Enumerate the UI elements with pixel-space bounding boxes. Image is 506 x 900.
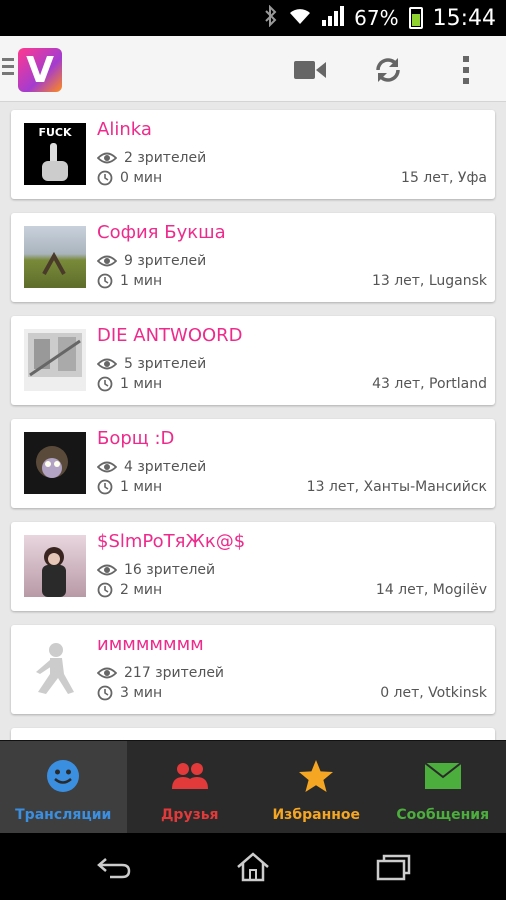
viewers-count: 9 зрителей <box>124 253 207 269</box>
clock-icon <box>97 582 113 598</box>
stream-thumbnail <box>24 226 86 288</box>
viewers-row: 16 зрителей <box>97 562 215 578</box>
eye-icon <box>97 152 117 164</box>
tab-label: Сообщения <box>396 807 490 823</box>
clock-icon <box>97 376 113 392</box>
user-age-location: 13 лет, Lugansk <box>371 273 487 289</box>
stream-thumbnail <box>24 432 86 494</box>
tab-label: Друзья <box>160 807 219 823</box>
stream-thumbnail <box>24 329 86 391</box>
tab-broadcasts[interactable]: Трансляции <box>0 741 127 834</box>
stream-card[interactable]: DIE ANTWOORD 5 зрителей 1 мин 43 лет, Po… <box>11 316 495 405</box>
stream-name[interactable]: Борщ :D <box>97 428 174 449</box>
menu-icon[interactable] <box>2 58 14 79</box>
clock-icon <box>97 685 113 701</box>
eye-icon <box>97 564 117 576</box>
wifi-icon <box>288 6 312 31</box>
user-age-location: 15 лет, Уфа <box>401 170 487 186</box>
stream-card[interactable]: София Букша 9 зрителей 1 мин 13 лет, Lug… <box>11 213 495 302</box>
eye-icon <box>97 667 117 679</box>
stream-duration: 1 мин <box>120 376 163 392</box>
clock-icon <box>97 273 113 289</box>
smiley-icon <box>46 759 80 793</box>
tab-favorites[interactable]: Избранное <box>253 741 380 834</box>
viewers-row: 4 зрителей <box>97 459 206 475</box>
thumbnail-caption: FUCK <box>38 126 72 139</box>
clock-icon <box>97 479 113 495</box>
stream-card[interactable]: Борщ :D 4 зрителей 1 мин 13 лет, Ханты-М… <box>11 419 495 508</box>
duration-row: 1 мин <box>97 376 162 392</box>
eye-icon <box>97 358 117 370</box>
recent-apps-icon[interactable] <box>374 851 414 883</box>
duration-row: 1 мин <box>97 479 162 495</box>
stream-name[interactable]: $SlmPoTяЖк@$ <box>97 531 245 552</box>
stream-name[interactable]: иммммммм <box>97 634 204 655</box>
stream-name[interactable]: DIE ANTWOORD <box>97 325 243 346</box>
stream-thumbnail <box>24 535 86 597</box>
avatar-placeholder <box>24 638 86 700</box>
stream-duration: 1 мин <box>120 479 163 495</box>
eye-icon <box>97 255 117 267</box>
status-bar: 67% 15:44 <box>0 0 506 36</box>
home-icon[interactable] <box>233 851 273 883</box>
bluetooth-icon <box>264 4 278 32</box>
app-logo[interactable]: V <box>18 48 62 92</box>
stream-duration: 2 мин <box>120 582 163 598</box>
user-age-location: 13 лет, Ханты-Мансийск <box>306 479 487 495</box>
refresh-icon[interactable] <box>370 54 406 86</box>
viewers-row: 2 зрителей <box>97 150 206 166</box>
star-icon <box>298 759 334 793</box>
user-age-location: 43 лет, Portland <box>372 376 487 392</box>
viewers-count: 217 зрителей <box>124 665 225 681</box>
viewers-row: 217 зрителей <box>97 665 224 681</box>
tab-label: Избранное <box>272 807 361 823</box>
viewers-count: 4 зрителей <box>124 459 207 475</box>
video-camera-icon[interactable] <box>292 54 328 86</box>
eye-icon <box>97 461 117 473</box>
tab-label: Трансляции <box>15 807 112 823</box>
tab-messages[interactable]: Сообщения <box>380 741 506 834</box>
user-age-location: 0 лет, Votkinsk <box>380 685 487 701</box>
envelope-icon <box>424 759 461 793</box>
clock-icon <box>97 170 113 186</box>
stream-name[interactable]: Alinka <box>97 119 152 140</box>
back-icon[interactable] <box>94 851 134 883</box>
stream-duration: 3 мин <box>120 685 163 701</box>
viewers-count: 2 зрителей <box>124 150 207 166</box>
viewers-row: 5 зрителей <box>97 356 206 372</box>
friends-icon <box>170 759 210 793</box>
stream-card[interactable]: FUCK Alinka 2 зрителей 0 мин 15 лет, Уфа <box>11 110 495 199</box>
app-bar: V <box>0 36 506 102</box>
viewers-row: 9 зрителей <box>97 253 206 269</box>
user-age-location: 14 лет, Mogilёv <box>375 582 487 598</box>
stream-card[interactable]: $SlmPoTяЖк@$ 16 зрителей 2 мин 14 лет, M… <box>11 522 495 611</box>
stream-duration: 1 мин <box>120 273 163 289</box>
duration-row: 3 мин <box>97 685 162 701</box>
bottom-tab-bar: Трансляции Друзья Избранное Сообщения <box>0 740 506 834</box>
signal-icon <box>322 5 345 31</box>
clock: 15:44 <box>432 5 496 31</box>
viewers-count: 5 зрителей <box>124 356 207 372</box>
stream-thumbnail: FUCK <box>24 123 86 185</box>
duration-row: 1 мин <box>97 273 162 289</box>
stream-duration: 0 мин <box>120 170 163 186</box>
system-nav-bar <box>0 833 506 900</box>
viewers-count: 16 зрителей <box>124 562 216 578</box>
duration-row: 0 мин <box>97 170 162 186</box>
stream-name[interactable]: София Букша <box>97 222 226 243</box>
battery-icon <box>408 7 423 29</box>
more-vert-icon[interactable] <box>448 54 484 86</box>
battery-percent: 67% <box>354 6 399 30</box>
duration-row: 2 мин <box>97 582 162 598</box>
tab-friends[interactable]: Друзья <box>127 741 254 834</box>
stream-card[interactable]: иммммммм 217 зрителей 3 мин 0 лет, Votki… <box>11 625 495 714</box>
stream-list[interactable]: FUCK Alinka 2 зрителей 0 мин 15 лет, Уфа… <box>0 102 506 742</box>
